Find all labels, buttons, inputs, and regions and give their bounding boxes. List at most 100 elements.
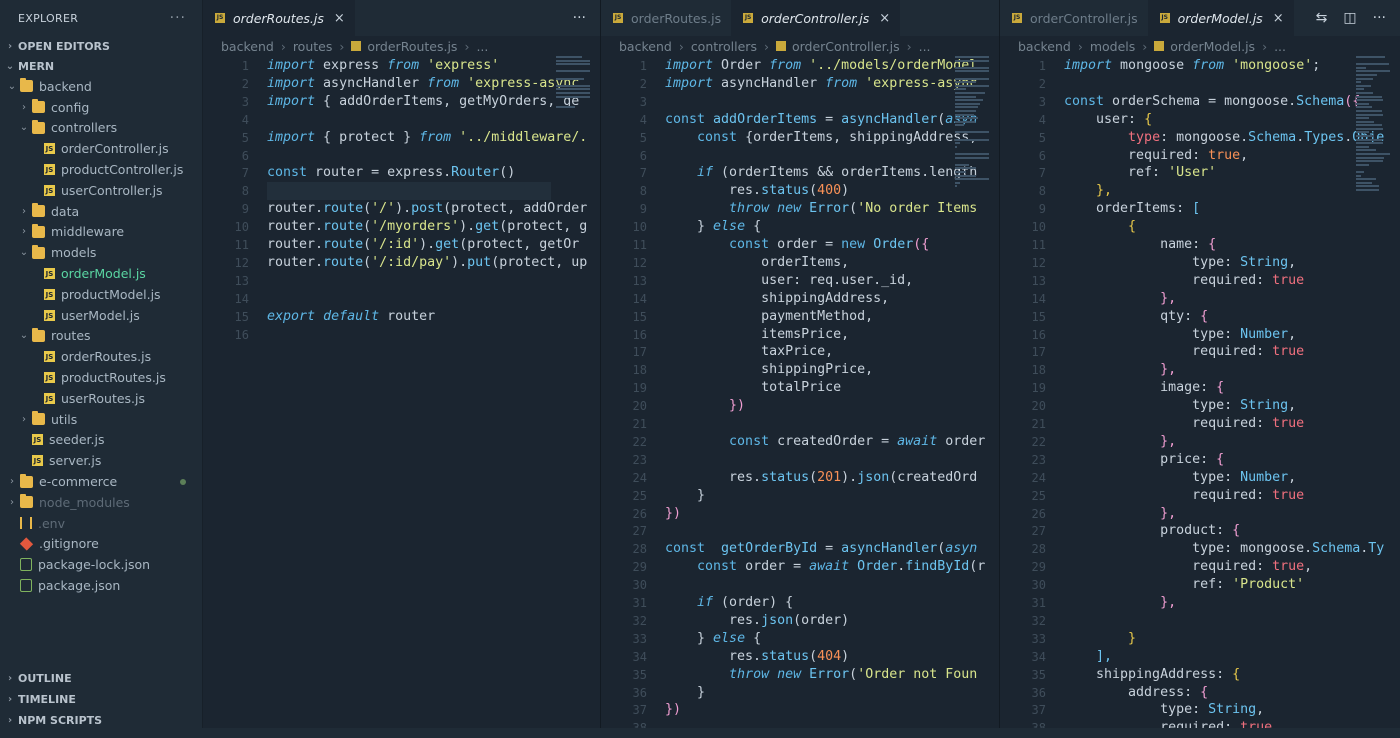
tab-orderModel-js[interactable]: JS orderModel.js × bbox=[1147, 0, 1294, 36]
code-token: status bbox=[761, 469, 810, 485]
code-token: ) bbox=[841, 648, 850, 664]
tree-item[interactable]: ⌄ controllers bbox=[0, 118, 202, 139]
split-editor-icon[interactable]: ◫ bbox=[1343, 10, 1356, 26]
minimap-line bbox=[1356, 120, 1374, 123]
tree-item[interactable]: JS server.js bbox=[0, 450, 202, 471]
tree-item-label: middleware bbox=[51, 224, 125, 240]
tab-orderController-js[interactable]: JS orderController.js × bbox=[731, 0, 901, 36]
code-token: { bbox=[1144, 111, 1153, 127]
close-icon[interactable]: × bbox=[334, 11, 345, 26]
tree-item[interactable]: › middleware bbox=[0, 222, 202, 243]
tree-item[interactable]: JS orderModel.js bbox=[0, 263, 202, 284]
tree-item[interactable]: › utils bbox=[0, 409, 202, 430]
code-token: , bbox=[1240, 147, 1249, 163]
tree-item[interactable]: ⌄ backend bbox=[0, 76, 202, 97]
more-actions-icon[interactable]: ··· bbox=[1373, 10, 1386, 26]
tree-item[interactable]: .env bbox=[0, 513, 202, 534]
panel-section-outline[interactable]: › OUTLINE bbox=[0, 668, 202, 689]
tree-item[interactable]: › config bbox=[0, 97, 202, 118]
code-token: { addOrderItems, getMyOrders, ge bbox=[315, 93, 580, 109]
code-token: type: bbox=[1064, 254, 1241, 270]
tree-item[interactable]: ⌄ routes bbox=[0, 326, 202, 347]
breadcrumb-item[interactable]: ... bbox=[1274, 39, 1286, 54]
more-actions-icon[interactable]: ··· bbox=[170, 10, 186, 26]
tree-item[interactable]: › e-commerce bbox=[0, 471, 202, 492]
code-line: throw new Error('Order not Foun bbox=[665, 667, 977, 682]
minimap[interactable] bbox=[955, 56, 989, 226]
code-token: itemsPrice, bbox=[665, 326, 850, 342]
code-line: import asyncHandler from 'express-async bbox=[267, 76, 579, 91]
tree-item[interactable]: JS userRoutes.js bbox=[0, 388, 202, 409]
tab-orderRoutes-js[interactable]: JS orderRoutes.js bbox=[601, 0, 731, 36]
tree-item[interactable]: JS orderRoutes.js bbox=[0, 346, 202, 367]
javascript-file-icon: JS bbox=[32, 455, 43, 467]
code-token: (protect, getOr bbox=[459, 237, 580, 252]
breadcrumb-item[interactable]: ... bbox=[919, 39, 931, 54]
tree-item[interactable]: JS orderController.js bbox=[0, 138, 202, 159]
javascript-file-icon: JS bbox=[215, 13, 225, 23]
close-icon[interactable]: × bbox=[1273, 11, 1284, 26]
code-editor[interactable]: 1 import Order from '../models/orderModel… bbox=[601, 56, 999, 738]
tab-orderController-js[interactable]: JS orderController.js bbox=[1000, 0, 1148, 36]
tree-item[interactable]: package-lock.json bbox=[0, 554, 202, 575]
tree-item[interactable]: JS productRoutes.js bbox=[0, 367, 202, 388]
code-line: user: req.user._id, bbox=[665, 273, 913, 288]
minimap[interactable] bbox=[1356, 56, 1390, 226]
code-token: true bbox=[1272, 272, 1305, 288]
code-line: }, bbox=[1064, 595, 1176, 610]
tree-item[interactable]: › node_modules bbox=[0, 492, 202, 513]
breadcrumb-item[interactable]: orderController.js bbox=[792, 39, 900, 54]
code-token: ( bbox=[809, 183, 818, 199]
breadcrumb-item[interactable]: backend bbox=[221, 39, 274, 54]
code-line: qty: { bbox=[1064, 309, 1208, 324]
open-editors-section[interactable]: › OPEN EDITORS bbox=[0, 36, 202, 56]
code-editor[interactable]: 1 import mongoose from 'mongoose'; 2 3 const… bbox=[1000, 56, 1400, 738]
minimap[interactable] bbox=[556, 56, 590, 226]
minimap-line bbox=[1356, 188, 1380, 191]
tree-item[interactable]: JS seeder.js bbox=[0, 430, 202, 451]
panel-section-timeline[interactable]: › TIMELINE bbox=[0, 689, 202, 710]
code-token: (createdOrd bbox=[889, 469, 978, 485]
tree-item[interactable]: package.json bbox=[0, 575, 202, 596]
breadcrumb-separator-icon: › bbox=[906, 38, 912, 54]
code-token: (protect, up bbox=[491, 254, 588, 270]
more-actions-icon[interactable]: ··· bbox=[573, 10, 586, 26]
breadcrumb-item[interactable]: ... bbox=[476, 39, 488, 54]
breadcrumb-item[interactable]: models bbox=[1090, 39, 1135, 54]
tree-item[interactable]: ⌄ models bbox=[0, 242, 202, 263]
code-editor[interactable]: 1 import express from 'express' 2 import as… bbox=[203, 56, 600, 738]
tree-item[interactable]: .gitignore bbox=[0, 534, 202, 555]
line-number: 21 bbox=[632, 417, 647, 431]
breadcrumb-item[interactable]: orderModel.js bbox=[1170, 39, 1255, 54]
code-token: orderItems, bbox=[665, 254, 850, 270]
workspace-section[interactable]: ⌄ MERN bbox=[0, 56, 202, 76]
code-token: { bbox=[1216, 380, 1225, 396]
minimap-line bbox=[1356, 124, 1383, 127]
line-number: 36 bbox=[632, 685, 647, 700]
section-label: TIMELINE bbox=[18, 693, 76, 706]
tree-item[interactable]: JS userController.js bbox=[0, 180, 202, 201]
tree-item[interactable]: JS productController.js bbox=[0, 159, 202, 180]
code-line: type: String, bbox=[1064, 255, 1296, 270]
compare-changes-icon[interactable]: ⇆ bbox=[1316, 10, 1328, 26]
code-line: type: Number, bbox=[1064, 470, 1296, 485]
code-token: '/' bbox=[371, 201, 396, 217]
breadcrumb-item[interactable]: controllers bbox=[691, 39, 757, 54]
tree-item[interactable]: › data bbox=[0, 201, 202, 222]
breadcrumb-item[interactable]: backend bbox=[1018, 39, 1071, 54]
minimap-line bbox=[1356, 149, 1376, 152]
breadcrumb-item[interactable]: orderRoutes.js bbox=[367, 39, 457, 54]
breadcrumb-item[interactable]: routes bbox=[293, 39, 333, 54]
code-token: { bbox=[1128, 219, 1137, 235]
close-icon[interactable]: × bbox=[879, 11, 890, 26]
tree-item-label: node_modules bbox=[39, 494, 130, 510]
chevron-right-icon: › bbox=[10, 496, 14, 508]
tab-orderRoutes-js[interactable]: JS orderRoutes.js × bbox=[203, 0, 355, 36]
tree-item[interactable]: JS userModel.js bbox=[0, 305, 202, 326]
code-token: { bbox=[1232, 523, 1241, 539]
code-token: }, bbox=[1160, 290, 1177, 306]
tree-item[interactable]: JS productModel.js bbox=[0, 284, 202, 305]
line-number: 13 bbox=[234, 273, 249, 288]
breadcrumb-item[interactable]: backend bbox=[619, 39, 672, 54]
line-number: 20 bbox=[1031, 399, 1046, 414]
